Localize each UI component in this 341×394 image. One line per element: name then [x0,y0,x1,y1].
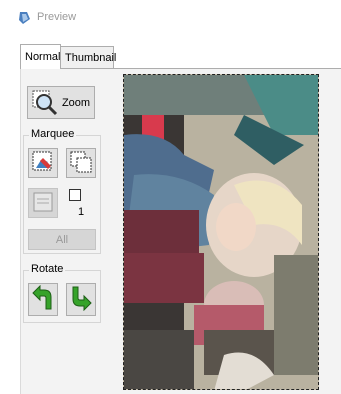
preview-app-icon [17,10,33,26]
create-marquee-button[interactable] [28,148,58,178]
create-marquee-icon [31,150,55,177]
rotate-right-arrow-icon [69,285,93,314]
rotate-group: Rotate [23,263,101,323]
marquee-group: Marquee 1 All [23,128,101,254]
window-title: Preview [37,11,77,23]
tab-normal[interactable]: Normal [20,44,61,69]
tab-thumbnail[interactable]: Thumbnail [60,46,116,68]
auto-locate-icon [32,191,54,216]
marquee-count: 1 [78,206,85,218]
rotate-group-label: Rotate [29,263,66,275]
preview-image[interactable] [123,74,319,390]
rotate-left-arrow-icon [31,284,55,314]
marquee-group-label: Marquee [29,128,77,140]
rotate-left-button[interactable] [28,283,58,316]
rotate-right-button[interactable] [66,283,96,316]
auto-locate-button[interactable] [28,188,58,218]
duplicate-marquee-button[interactable] [66,148,96,178]
all-marquees-button[interactable]: All [28,229,96,250]
title-bar: Preview [0,0,341,38]
zoom-label: Zoom [61,96,91,109]
all-label: All [55,233,69,246]
duplicate-marquee-icon [69,150,93,177]
marquee-count-icon [69,189,81,201]
scanned-photo [124,75,318,389]
zoom-button[interactable]: Zoom [27,86,95,119]
zoom-magnifier-icon [32,90,58,116]
